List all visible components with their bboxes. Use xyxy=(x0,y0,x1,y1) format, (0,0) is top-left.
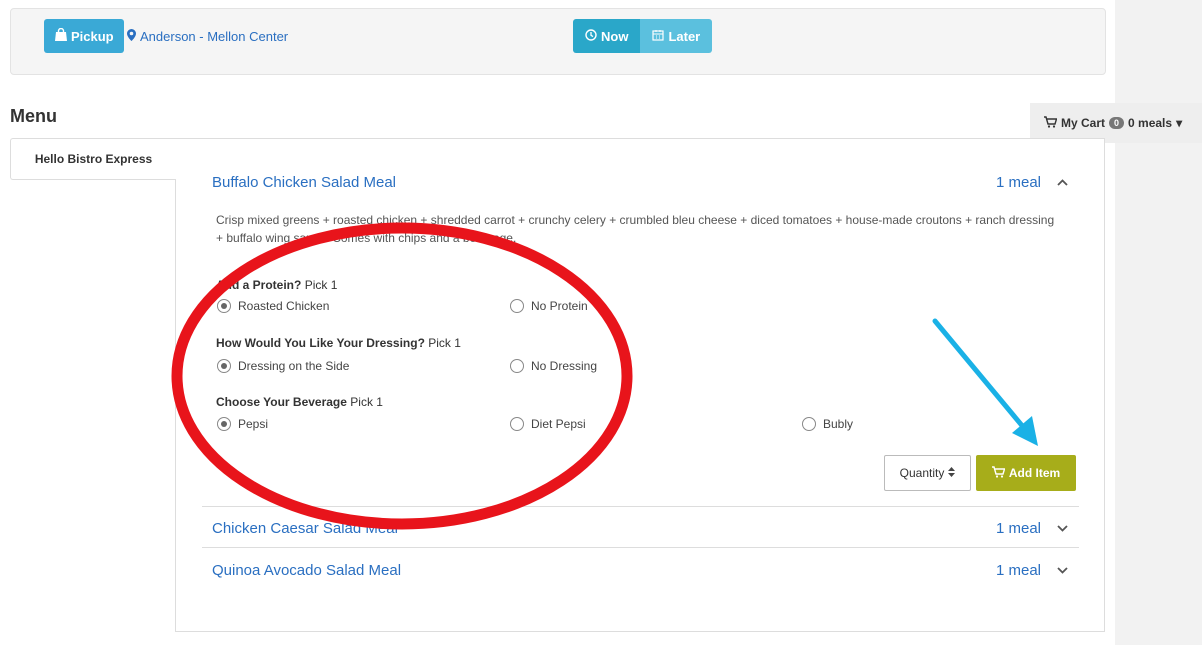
sort-icon xyxy=(948,466,956,480)
radio-option[interactable]: No Protein xyxy=(510,299,588,313)
radio-option[interactable]: No Dressing xyxy=(510,359,597,373)
now-label: Now xyxy=(601,28,629,44)
shopping-cart-icon xyxy=(991,465,1006,481)
quantity-label: Quantity xyxy=(899,466,945,480)
radio-selected-icon xyxy=(217,359,231,373)
radio-option[interactable]: Dressing on the Side xyxy=(217,359,349,373)
now-button[interactable]: Now xyxy=(573,19,641,53)
cart-meals: 0 meals xyxy=(1128,116,1173,130)
radio-label: Dressing on the Side xyxy=(238,359,350,373)
radio-selected-icon xyxy=(217,417,231,431)
option-group-title: Add a Protein? Pick 1 xyxy=(216,278,338,292)
menu-item-title: Chicken Caesar Salad Meal xyxy=(212,519,398,537)
quantity-select[interactable]: Quantity xyxy=(884,455,971,491)
radio-label: No Protein xyxy=(531,299,588,313)
radio-label: Roasted Chicken xyxy=(238,299,330,313)
radio-label: Bubly xyxy=(823,417,854,431)
pickup-button[interactable]: Pickup xyxy=(44,19,124,53)
clock-icon xyxy=(585,28,597,44)
menu-item-quantity: 1 meal xyxy=(995,561,1041,579)
menu-heading: Menu xyxy=(10,106,57,126)
menu-item-description: Crisp mixed greens + roasted chicken + s… xyxy=(216,213,1055,245)
later-label: Later xyxy=(668,28,701,44)
radio-option[interactable]: Diet Pepsi xyxy=(510,417,586,431)
option-group-title: Choose Your Beverage Pick 1 xyxy=(216,395,383,409)
cart-label: My Cart xyxy=(1061,116,1106,130)
caret-down-icon: ▾ xyxy=(1176,116,1183,130)
radio-option[interactable]: Bubly xyxy=(802,417,853,431)
time-toggle: Now Later xyxy=(573,19,713,53)
map-marker-icon xyxy=(127,28,136,44)
chevron-down-icon[interactable] xyxy=(1055,563,1069,577)
menu-item-quantity: 1 meal xyxy=(995,173,1041,191)
calendar-icon xyxy=(652,29,665,44)
pickup-label: Pickup xyxy=(71,28,114,44)
radio-selected-icon xyxy=(217,299,231,313)
radio-option[interactable]: Roasted Chicken xyxy=(217,299,329,313)
menu-item-title: Quinoa Avocado Salad Meal xyxy=(212,561,402,579)
radio-unselected-icon xyxy=(510,359,524,373)
option-group-title: How Would You Like Your Dressing? Pick 1 xyxy=(216,336,461,350)
chevron-down-icon[interactable] xyxy=(1055,521,1069,535)
radio-unselected-icon xyxy=(510,417,524,431)
add-item-label: Add Item xyxy=(1008,466,1061,480)
radio-label: Pepsi xyxy=(238,417,269,431)
radio-unselected-icon xyxy=(802,417,816,431)
later-button[interactable]: Later xyxy=(640,19,713,53)
add-item-button[interactable]: Add Item xyxy=(976,455,1076,491)
location-label: Anderson - Mellon Center xyxy=(140,28,289,44)
radio-unselected-icon xyxy=(510,299,524,313)
menu-item-title: Buffalo Chicken Salad Meal xyxy=(212,173,396,191)
menu-items-panel: Buffalo Chicken Salad Meal 1 meal Crisp … xyxy=(175,138,1105,632)
radio-label: No Dressing xyxy=(531,359,598,373)
row-divider xyxy=(202,547,1079,548)
menu-item-header[interactable]: Buffalo Chicken Salad Meal 1 meal xyxy=(202,162,1079,202)
order-options-panel: Pickup Anderson - Mellon Center Now Late… xyxy=(10,8,1106,75)
menu-item-quantity: 1 meal xyxy=(995,519,1041,537)
cart-button[interactable]: My Cart 0 0 meals ▾ xyxy=(1030,103,1202,143)
tab-label: Hello Bistro Express xyxy=(34,152,153,166)
cart-count-badge: 0 xyxy=(1109,117,1125,129)
menu-item-header[interactable]: Quinoa Avocado Salad Meal 1 meal xyxy=(202,550,1079,590)
tab-hello-bistro-express[interactable]: Hello Bistro Express xyxy=(10,138,176,180)
menu-item-header[interactable]: Chicken Caesar Salad Meal 1 meal xyxy=(202,508,1079,548)
shopping-cart-icon xyxy=(1044,115,1058,131)
chevron-up-icon[interactable] xyxy=(1055,175,1069,189)
shopping-bag-icon xyxy=(54,27,68,44)
row-divider xyxy=(202,506,1079,507)
radio-label: Diet Pepsi xyxy=(531,417,586,431)
radio-option[interactable]: Pepsi xyxy=(217,417,268,431)
right-gutter xyxy=(1115,0,1202,645)
location-link[interactable]: Anderson - Mellon Center xyxy=(127,19,288,53)
